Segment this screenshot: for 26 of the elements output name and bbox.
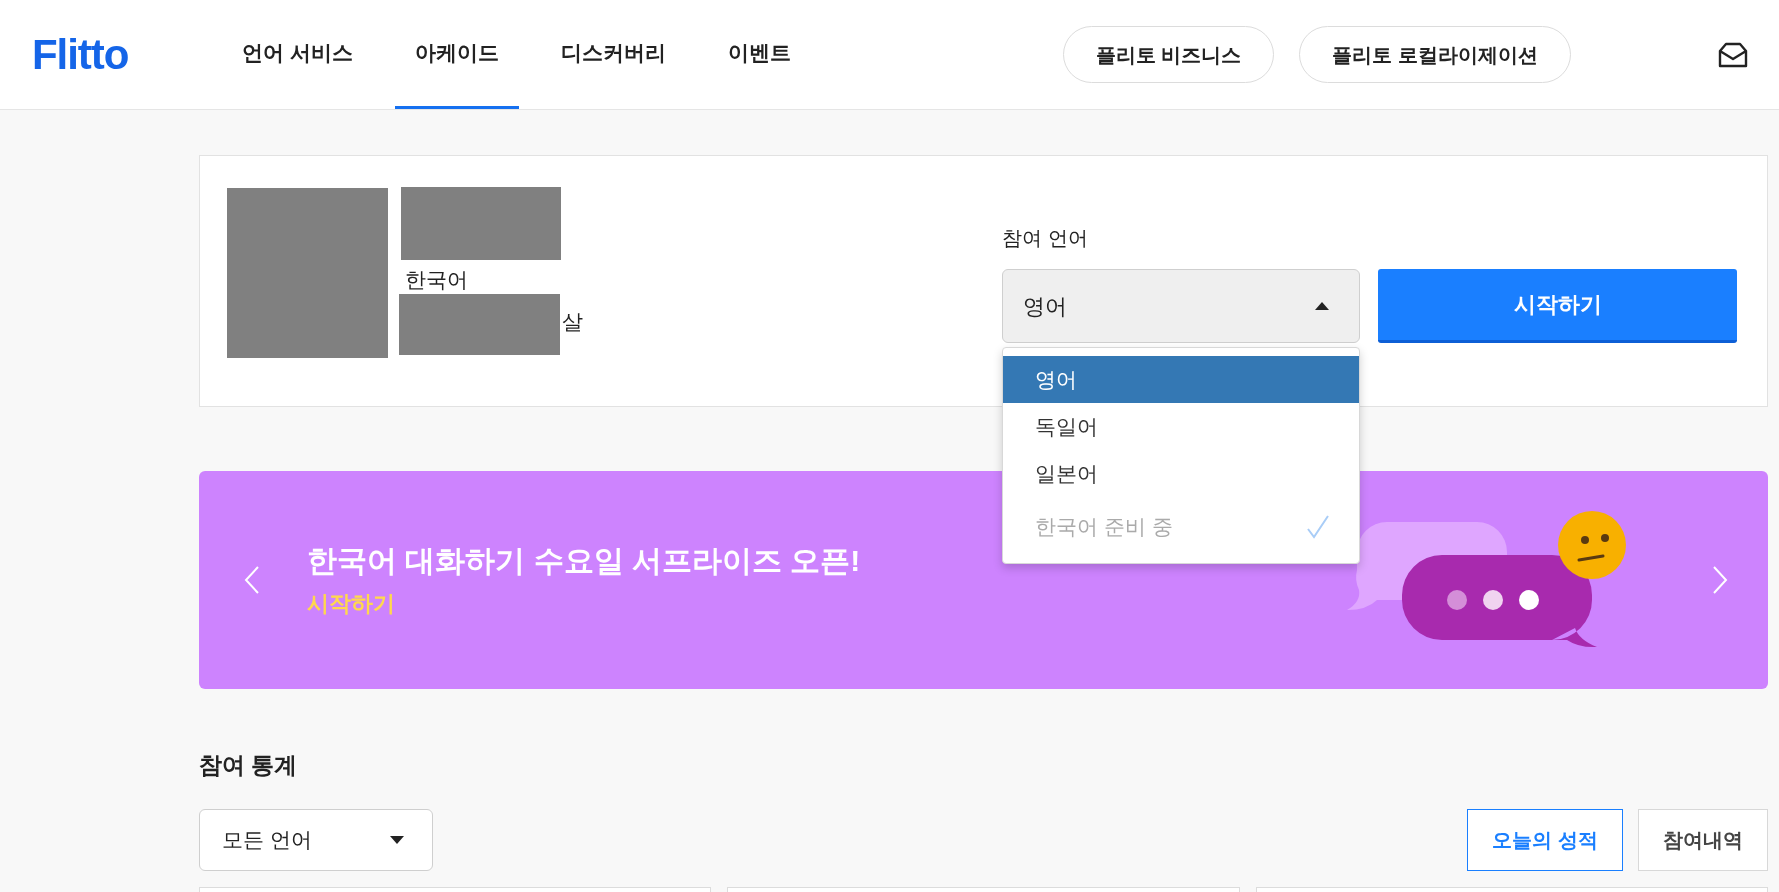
nav-tab[interactable]: 디스커버리 [540, 0, 686, 109]
check-icon [1307, 515, 1329, 539]
inbox-icon[interactable] [1717, 40, 1749, 69]
chevron-left-icon[interactable] [244, 566, 260, 594]
caret-icon [390, 836, 404, 844]
dropdown-option[interactable]: 일본어 [1003, 450, 1359, 497]
header-button[interactable]: 플리토 로컬라이제이션 [1299, 26, 1571, 83]
nav-tab[interactable]: 아케이드 [394, 0, 519, 109]
stats-tab[interactable]: 참여내역 [1638, 809, 1768, 871]
caret-icon [1315, 302, 1329, 310]
dropdown-option[interactable]: 영어 [1003, 356, 1359, 403]
nav-tab[interactable]: 이벤트 [707, 0, 811, 109]
banner-title: 한국어 대화하기 수요일 서프라이즈 오픈! [307, 543, 861, 579]
start-button[interactable]: 시작하기 [1378, 269, 1737, 343]
age-text: 살 [562, 309, 583, 335]
language-text: 한국어 [405, 267, 469, 293]
field-label: 참여 언어 [1002, 226, 1089, 251]
language-select[interactable]: 영어 [1002, 269, 1360, 343]
language-filter[interactable]: 모든 언어 [199, 809, 433, 871]
logo[interactable]: Flitto [32, 33, 172, 76]
chevron-right-icon[interactable] [1712, 566, 1728, 594]
section-title: 참여 통계 [199, 751, 299, 780]
stats-tab[interactable]: 오늘의 성적 [1467, 809, 1623, 871]
nav-tab[interactable]: 언어 서비스 [222, 0, 373, 109]
header-button[interactable]: 플리토 비즈니스 [1062, 26, 1275, 83]
dropdown-option[interactable]: 독일어 [1003, 403, 1359, 450]
